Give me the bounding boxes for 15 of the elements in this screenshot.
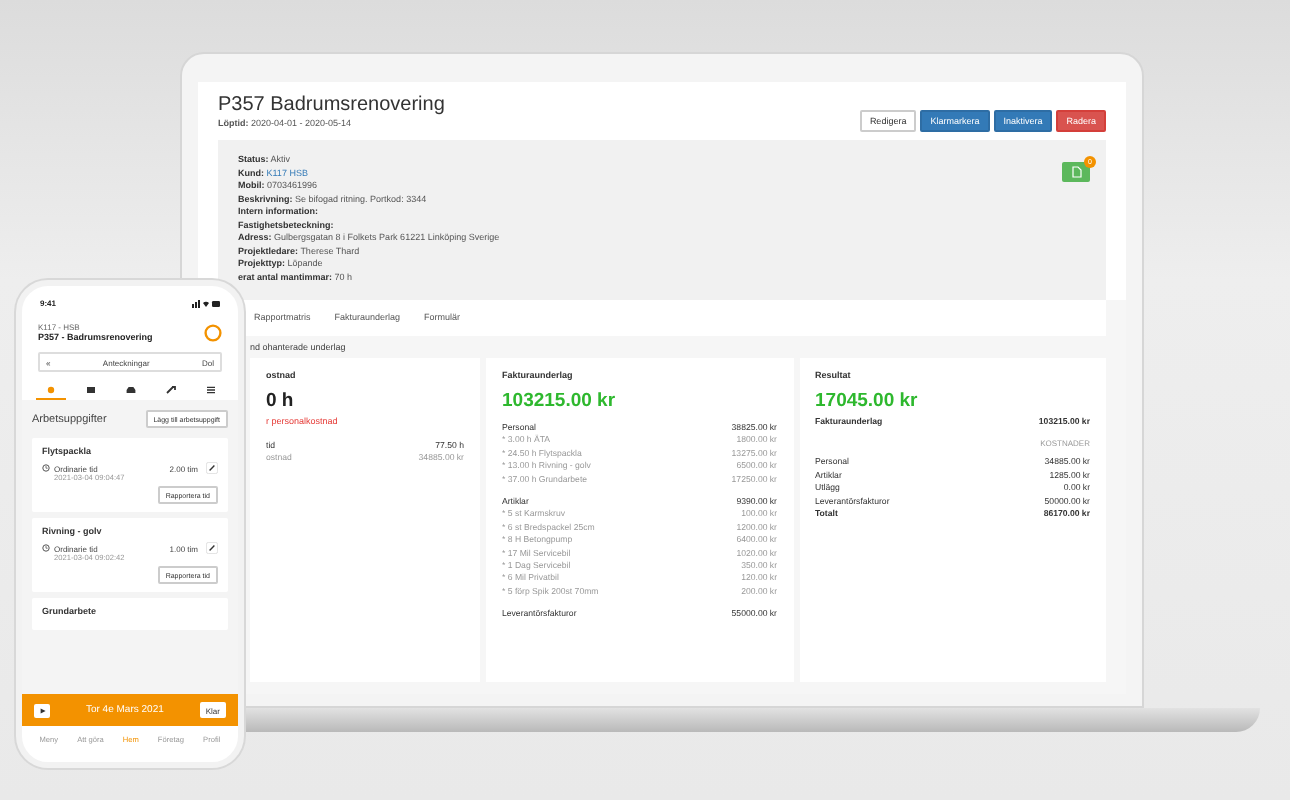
document-icon xyxy=(1071,166,1081,178)
pencil-icon[interactable] xyxy=(206,462,218,474)
invoice-total: 103215.00 kr xyxy=(502,390,618,412)
progress-ring-icon xyxy=(204,323,222,341)
clock-icon xyxy=(42,464,50,472)
status-icons-icon xyxy=(192,299,220,307)
hours-total: 0 h xyxy=(266,390,296,412)
result-total: 17045.00 kr xyxy=(815,390,920,412)
pencil-icon[interactable] xyxy=(206,542,218,554)
clock-icon xyxy=(42,544,50,552)
play-icon xyxy=(39,707,45,713)
box-icon xyxy=(85,386,95,394)
project-title: P357 Badrumsrenovering xyxy=(218,94,445,116)
play-button[interactable] xyxy=(34,703,50,717)
list-icon xyxy=(205,386,215,394)
